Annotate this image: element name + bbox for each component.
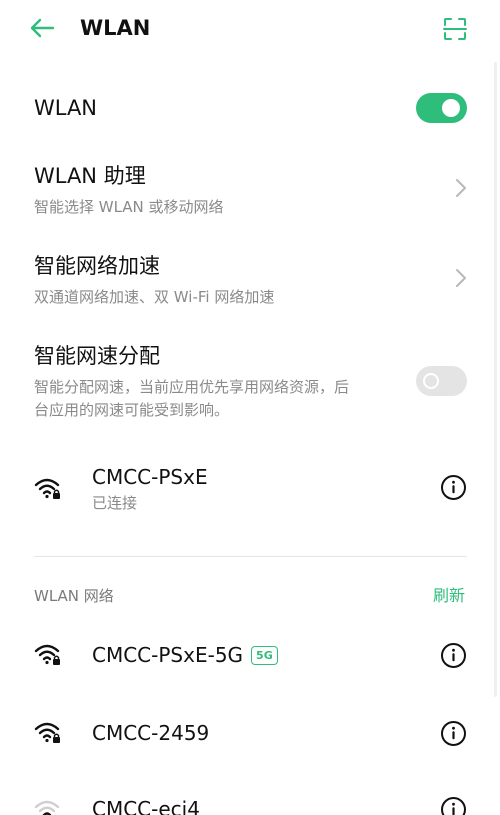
network-name: CMCC-eci4 (92, 797, 200, 815)
info-icon[interactable] (440, 642, 467, 669)
network-row[interactable]: CMCC-PSxE-5G 5G (0, 636, 500, 676)
wlan-networks-section-label: WLAN 网络 (34, 587, 114, 605)
connected-network-row[interactable]: CMCC-PSxE 已连接 (0, 460, 500, 520)
toggle-knob (423, 373, 439, 389)
info-icon[interactable] (440, 796, 467, 815)
smart-speed-allocation-title: 智能网速分配 (34, 344, 160, 368)
chevron-right-icon (452, 176, 470, 200)
back-arrow-icon[interactable] (26, 14, 58, 42)
network-row[interactable]: CMCC-eci4 (0, 790, 500, 815)
wifi-locked-icon (34, 478, 60, 499)
wlan-toggle-row[interactable]: WLAN (0, 90, 500, 130)
section-divider (34, 556, 467, 557)
network-name-text: CMCC-PSxE-5G (92, 643, 244, 667)
smart-speed-allocation-switch[interactable] (416, 366, 467, 396)
info-icon[interactable] (440, 720, 467, 747)
network-name: CMCC-PSxE-5G 5G (92, 641, 278, 669)
wlan-assistant-subtitle: 智能选择 WLAN 或移动网络 (34, 198, 224, 216)
page-title: WLAN (80, 16, 151, 40)
wlan-toggle-label: WLAN (34, 96, 98, 120)
info-icon[interactable] (440, 474, 467, 501)
5g-badge: 5G (251, 646, 278, 665)
network-name: CMCC-2459 (92, 721, 210, 745)
scan-icon[interactable] (441, 15, 469, 43)
refresh-button[interactable]: 刷新 (433, 585, 465, 607)
smart-speed-allocation-row[interactable]: 智能网速分配 智能分配网速，当前应用优先享用网络资源，后 台应用的网速可能受到影… (0, 340, 500, 425)
scrollbar[interactable] (494, 62, 497, 697)
wlan-settings-screen: WLAN WLAN WLAN 助理 智能选择 WLAN 或移动网络 智能网络加速… (0, 0, 500, 815)
wlan-assistant-row[interactable]: WLAN 助理 智能选择 WLAN 或移动网络 (0, 160, 500, 222)
smart-acceleration-row[interactable]: 智能网络加速 双通道网络加速、双 Wi-Fi 网络加速 (0, 250, 500, 312)
connected-network-name: CMCC-PSxE (92, 465, 208, 489)
smart-acceleration-subtitle: 双通道网络加速、双 Wi-Fi 网络加速 (34, 288, 275, 306)
wlan-assistant-title: WLAN 助理 (34, 164, 146, 188)
smart-speed-allocation-subtitle-line2: 台应用的网速可能受到影响。 (34, 401, 230, 419)
smart-speed-allocation-subtitle-line1: 智能分配网速，当前应用优先享用网络资源，后 (34, 378, 350, 396)
network-row[interactable]: CMCC-2459 (0, 714, 500, 754)
connected-network-status: 已连接 (92, 494, 138, 512)
app-bar: WLAN (0, 0, 500, 58)
wifi-locked-icon (34, 722, 60, 743)
chevron-right-icon (452, 266, 470, 290)
wifi-locked-icon (34, 644, 60, 665)
wifi-weak-locked-icon (34, 800, 60, 815)
smart-acceleration-title: 智能网络加速 (34, 254, 160, 278)
wlan-toggle-switch[interactable] (416, 93, 467, 123)
toggle-knob (442, 99, 460, 117)
